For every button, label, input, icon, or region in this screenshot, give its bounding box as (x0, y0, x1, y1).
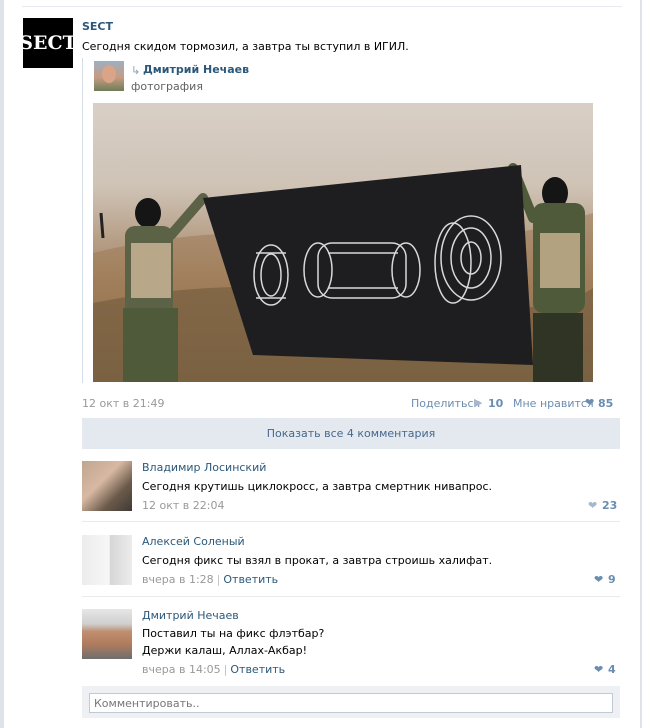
comment-divider (82, 596, 620, 597)
comment-avatar[interactable] (82, 535, 132, 585)
repost-quote-bar (82, 58, 83, 383)
megaphone-icon[interactable]: ▶ (474, 396, 482, 409)
comment-author-link[interactable]: Алексей Соленый (142, 535, 245, 548)
heart-icon[interactable]: ❤ (585, 396, 594, 409)
comment-like-count: 9 (608, 573, 616, 586)
photo-illustration (93, 163, 593, 382)
comment-avatar[interactable] (82, 609, 132, 659)
repost-attachment-type: фотография (131, 80, 203, 93)
comment-author-link[interactable]: Дмитрий Нечаев (142, 609, 239, 622)
show-all-comments-button[interactable]: Показать все 4 комментария (82, 418, 620, 449)
reply-link[interactable]: Ответить (230, 663, 285, 676)
top-divider (22, 6, 622, 7)
window-frame-right (640, 0, 642, 728)
repost-author-avatar[interactable] (94, 61, 124, 91)
post-photo[interactable] (93, 103, 593, 382)
repost-arrow-icon: ↳ (131, 64, 141, 77)
like-count: 85 (598, 397, 614, 410)
flag (203, 165, 533, 365)
repost-author-link[interactable]: Дмитрий Нечаев (143, 63, 249, 76)
comment-like-count: 23 (602, 499, 618, 512)
post-date-link[interactable]: 12 окт в 21:49 (82, 397, 164, 410)
comment-meta: вчера в 1:28 | Ответить (142, 573, 279, 586)
like-button[interactable]: Мне нравится (513, 397, 594, 410)
comment-text: Сегодня фикс ты взял в прокат, а завтра … (142, 554, 493, 567)
comment-input[interactable] (89, 693, 613, 713)
comment-text-line: Держи калаш, Аллах-Акбар! (142, 644, 308, 657)
share-button[interactable]: Поделиться (411, 397, 480, 410)
share-count: 10 (488, 397, 504, 410)
heart-icon[interactable]: ❤ (594, 663, 603, 676)
post-text: Сегодня скидом тормозил, а завтра ты вст… (82, 40, 409, 53)
comment-meta: вчера в 14:05 | Ответить (142, 663, 286, 676)
comment-like-count: 4 (608, 663, 616, 676)
reply-link[interactable]: Ответить (223, 573, 278, 586)
heart-icon[interactable]: ❤ (588, 499, 597, 512)
comment-date-link[interactable]: вчера в 14:05 (142, 663, 221, 676)
comment-text: Сегодня крутишь циклокросс, а завтра сме… (142, 480, 493, 493)
window-frame-left (0, 0, 4, 728)
comment-author-link[interactable]: Владимир Лосинский (142, 461, 266, 474)
comment-meta: 12 окт в 22:04 (142, 499, 224, 512)
comment-divider (82, 521, 620, 522)
group-name-link[interactable]: SECT (82, 20, 113, 33)
group-avatar[interactable]: SECT (19, 18, 77, 68)
comment-date-link[interactable]: вчера в 1:28 (142, 573, 214, 586)
heart-icon[interactable]: ❤ (594, 573, 603, 586)
group-avatar-logo: SECT (19, 32, 77, 54)
comment-date-link[interactable]: 12 окт в 22:04 (142, 499, 224, 512)
comment-text-line: Поставил ты на фикс флэтбар? (142, 627, 325, 640)
comment-avatar[interactable] (82, 461, 132, 511)
